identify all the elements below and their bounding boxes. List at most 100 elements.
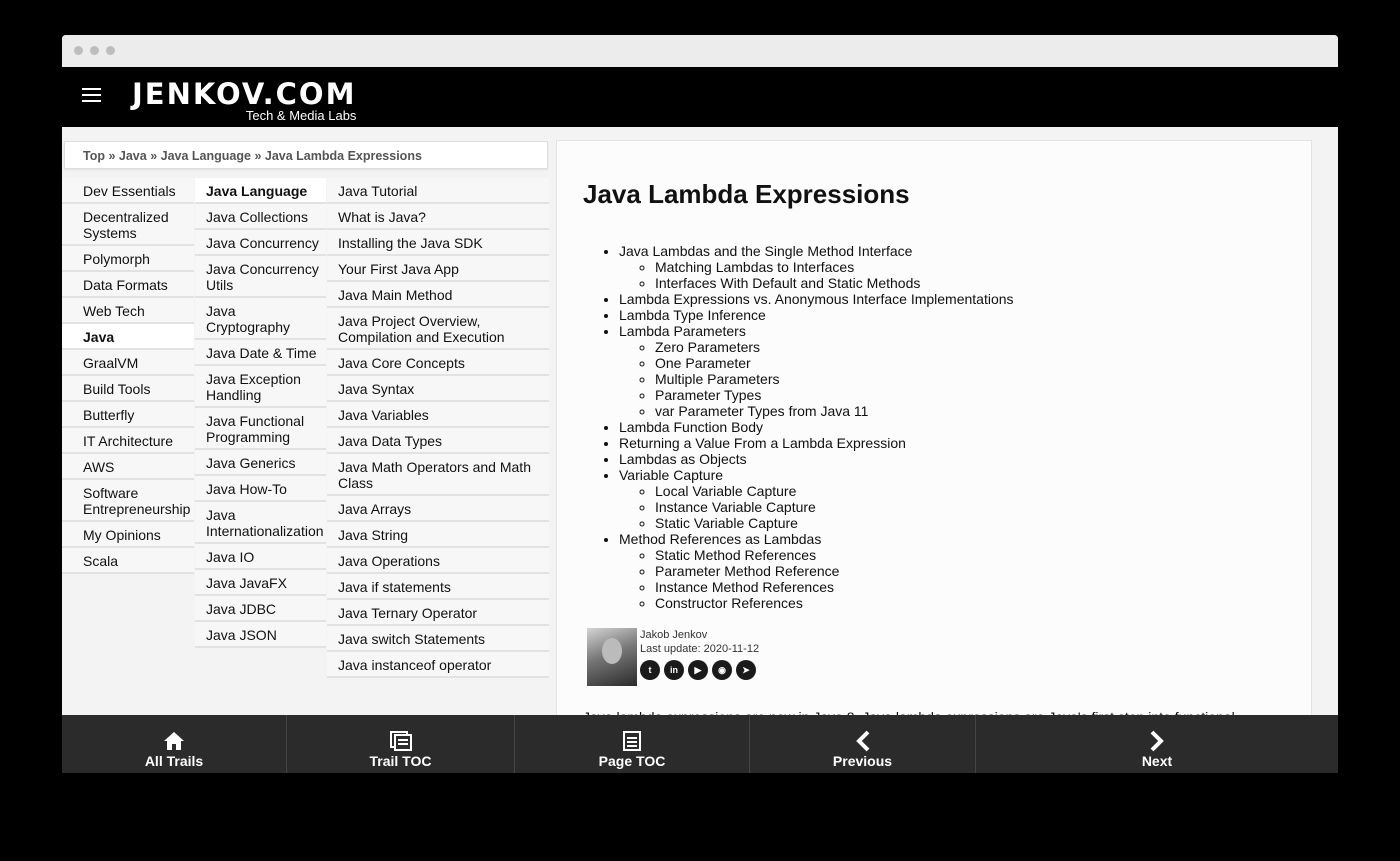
nav-item-java-jdbc[interactable]: Java JDBC bbox=[195, 596, 326, 622]
nav-item-installing-the-java-sdk[interactable]: Installing the Java SDK bbox=[327, 230, 549, 256]
nav-item-butterfly[interactable]: Butterfly bbox=[62, 402, 194, 428]
toc-subitem[interactable]: Instance Method References bbox=[655, 579, 1014, 595]
previous-button[interactable]: Previous bbox=[750, 715, 976, 773]
nav-item-java-how-to[interactable]: Java How-To bbox=[195, 476, 326, 502]
toc-item[interactable]: Returning a Value From a Lambda Expressi… bbox=[619, 435, 1014, 451]
nav-item-polymorph[interactable]: Polymorph bbox=[62, 246, 194, 272]
toc-item[interactable]: Lambda ParametersZero ParametersOne Para… bbox=[619, 323, 1014, 419]
nav-item-java-javafx[interactable]: Java JavaFX bbox=[195, 570, 326, 596]
toc-item[interactable]: Method References as LambdasStatic Metho… bbox=[619, 531, 1014, 611]
toc-item-label[interactable]: Lambda Type Inference bbox=[619, 307, 766, 323]
nav-item-java-concurrency[interactable]: Java Concurrency bbox=[195, 230, 326, 256]
twitter-icon[interactable]: t bbox=[640, 660, 660, 680]
rss-icon[interactable]: ◉ bbox=[712, 660, 732, 680]
nav-item-it-architecture[interactable]: IT Architecture bbox=[62, 428, 194, 454]
nav-item-java-concurrency-utils[interactable]: Java Concurrency Utils bbox=[195, 256, 326, 298]
nav-item-java-functional-programming[interactable]: Java Functional Programming bbox=[195, 408, 326, 450]
nav-item-java-io[interactable]: Java IO bbox=[195, 544, 326, 570]
breadcrumb-top[interactable]: Top bbox=[83, 149, 105, 163]
toc-item[interactable]: Lambda Expressions vs. Anonymous Interfa… bbox=[619, 291, 1014, 307]
toc-subitem[interactable]: Multiple Parameters bbox=[655, 371, 1014, 387]
toc-subitem[interactable]: Static Method References bbox=[655, 547, 1014, 563]
site-logo[interactable]: JENKOV.COM Tech & Media Labs bbox=[132, 80, 356, 123]
toc-subitem[interactable]: var Parameter Types from Java 11 bbox=[655, 403, 1014, 419]
toc-subitem[interactable]: Static Variable Capture bbox=[655, 515, 1014, 531]
linkedin-icon[interactable]: in bbox=[664, 660, 684, 680]
nav-item-java-if-statements[interactable]: Java if statements bbox=[327, 574, 549, 600]
window-minimize-dot[interactable] bbox=[90, 46, 99, 55]
window-close-dot[interactable] bbox=[74, 46, 83, 55]
nav-item-java-syntax[interactable]: Java Syntax bbox=[327, 376, 549, 402]
window-zoom-dot[interactable] bbox=[106, 46, 115, 55]
breadcrumb-current[interactable]: Java Lambda Expressions bbox=[265, 149, 422, 163]
nav-item-java-generics[interactable]: Java Generics bbox=[195, 450, 326, 476]
toc-subitem[interactable]: Local Variable Capture bbox=[655, 483, 1014, 499]
telegram-icon[interactable]: ➤ bbox=[736, 660, 756, 680]
toc-subitem[interactable]: Zero Parameters bbox=[655, 339, 1014, 355]
nav-item-java[interactable]: Java bbox=[62, 324, 194, 350]
author-name: Jakob Jenkov bbox=[640, 629, 708, 641]
breadcrumb-java[interactable]: Java bbox=[119, 149, 147, 163]
page-toc-button[interactable]: Page TOC bbox=[515, 715, 750, 773]
toc-subitem[interactable]: Instance Variable Capture bbox=[655, 499, 1014, 515]
nav-item-java-language[interactable]: Java Language bbox=[195, 178, 326, 204]
toc-item-label[interactable]: Variable Capture bbox=[619, 467, 723, 483]
toc-item-label[interactable]: Lambda Parameters bbox=[619, 323, 746, 339]
toc-item-label[interactable]: Java Lambdas and the Single Method Inter… bbox=[619, 243, 912, 259]
toc-item-label[interactable]: Lambda Function Body bbox=[619, 419, 763, 435]
nav-item-java-json[interactable]: Java JSON bbox=[195, 622, 326, 648]
toc-item[interactable]: Lambdas as Objects bbox=[619, 451, 1014, 467]
nav-item-java-string[interactable]: Java String bbox=[327, 522, 549, 548]
nav-item-java-data-types[interactable]: Java Data Types bbox=[327, 428, 549, 454]
nav-item-java-tutorial[interactable]: Java Tutorial bbox=[327, 178, 549, 204]
toc-item-label[interactable]: Method References as Lambdas bbox=[619, 531, 821, 547]
nav-item-java-internationalization[interactable]: Java Internationalization bbox=[195, 502, 326, 544]
toc-item[interactable]: Lambda Function Body bbox=[619, 419, 1014, 435]
nav-item-data-formats[interactable]: Data Formats bbox=[62, 272, 194, 298]
nav-item-web-tech[interactable]: Web Tech bbox=[62, 298, 194, 324]
nav-item-graalvm[interactable]: GraalVM bbox=[62, 350, 194, 376]
toc-subitem[interactable]: Matching Lambdas to Interfaces bbox=[655, 259, 1014, 275]
nav-item-java-variables[interactable]: Java Variables bbox=[327, 402, 549, 428]
nav-item-java-exception-handling[interactable]: Java Exception Handling bbox=[195, 366, 326, 408]
nav-item-java-math-operators-and-math-class[interactable]: Java Math Operators and Math Class bbox=[327, 454, 549, 496]
nav-item-java-date-time[interactable]: Java Date & Time bbox=[195, 340, 326, 366]
nav-item-aws[interactable]: AWS bbox=[62, 454, 194, 480]
nav-item-java-cryptography[interactable]: Java Cryptography bbox=[195, 298, 326, 340]
nav-item-scala[interactable]: Scala bbox=[62, 548, 194, 574]
nav-item-what-is-java[interactable]: What is Java? bbox=[327, 204, 549, 230]
trail-toc-button[interactable]: Trail TOC bbox=[287, 715, 515, 773]
toc-subitem[interactable]: Parameter Types bbox=[655, 387, 1014, 403]
toc-subitem[interactable]: Constructor References bbox=[655, 595, 1014, 611]
nav-item-java-operations[interactable]: Java Operations bbox=[327, 548, 549, 574]
nav-item-my-opinions[interactable]: My Opinions bbox=[62, 522, 194, 548]
nav-item-decentralized-systems[interactable]: Decentralized Systems bbox=[62, 204, 194, 246]
nav-item-build-tools[interactable]: Build Tools bbox=[62, 376, 194, 402]
nav-item-java-project-overview-compilation-and-execution[interactable]: Java Project Overview, Compilation and E… bbox=[327, 308, 549, 350]
next-button[interactable]: Next bbox=[976, 715, 1338, 773]
toc-item[interactable]: Java Lambdas and the Single Method Inter… bbox=[619, 243, 1014, 291]
toc-item[interactable]: Variable CaptureLocal Variable CaptureIn… bbox=[619, 467, 1014, 531]
toc-subitem[interactable]: Interfaces With Default and Static Metho… bbox=[655, 275, 1014, 291]
nav-item-dev-essentials[interactable]: Dev Essentials bbox=[62, 178, 194, 204]
toc-subitem[interactable]: One Parameter bbox=[655, 355, 1014, 371]
nav-item-java-instanceof-operator[interactable]: Java instanceof operator bbox=[327, 652, 549, 678]
nav-item-software-entrepreneurship[interactable]: Software Entrepreneurship bbox=[62, 480, 194, 522]
youtube-icon[interactable]: ▶ bbox=[688, 660, 708, 680]
toc-item-label[interactable]: Lambdas as Objects bbox=[619, 451, 747, 467]
hamburger-menu-icon[interactable] bbox=[82, 88, 101, 102]
toc-item-label[interactable]: Returning a Value From a Lambda Expressi… bbox=[619, 435, 906, 451]
breadcrumb-java-language[interactable]: Java Language bbox=[161, 149, 251, 163]
nav-item-java-main-method[interactable]: Java Main Method bbox=[327, 282, 549, 308]
toc-item[interactable]: Lambda Type Inference bbox=[619, 307, 1014, 323]
toc-item-label[interactable]: Lambda Expressions vs. Anonymous Interfa… bbox=[619, 291, 1014, 307]
toc-subitem[interactable]: Parameter Method Reference bbox=[655, 563, 1014, 579]
nav-item-java-ternary-operator[interactable]: Java Ternary Operator bbox=[327, 600, 549, 626]
nav-item-java-switch-statements[interactable]: Java switch Statements bbox=[327, 626, 549, 652]
social-links: t in ▶ ◉ ➤ bbox=[640, 660, 760, 680]
nav-item-your-first-java-app[interactable]: Your First Java App bbox=[327, 256, 549, 282]
nav-item-java-arrays[interactable]: Java Arrays bbox=[327, 496, 549, 522]
all-trails-button[interactable]: All Trails bbox=[62, 715, 287, 773]
nav-item-java-core-concepts[interactable]: Java Core Concepts bbox=[327, 350, 549, 376]
nav-item-java-collections[interactable]: Java Collections bbox=[195, 204, 326, 230]
